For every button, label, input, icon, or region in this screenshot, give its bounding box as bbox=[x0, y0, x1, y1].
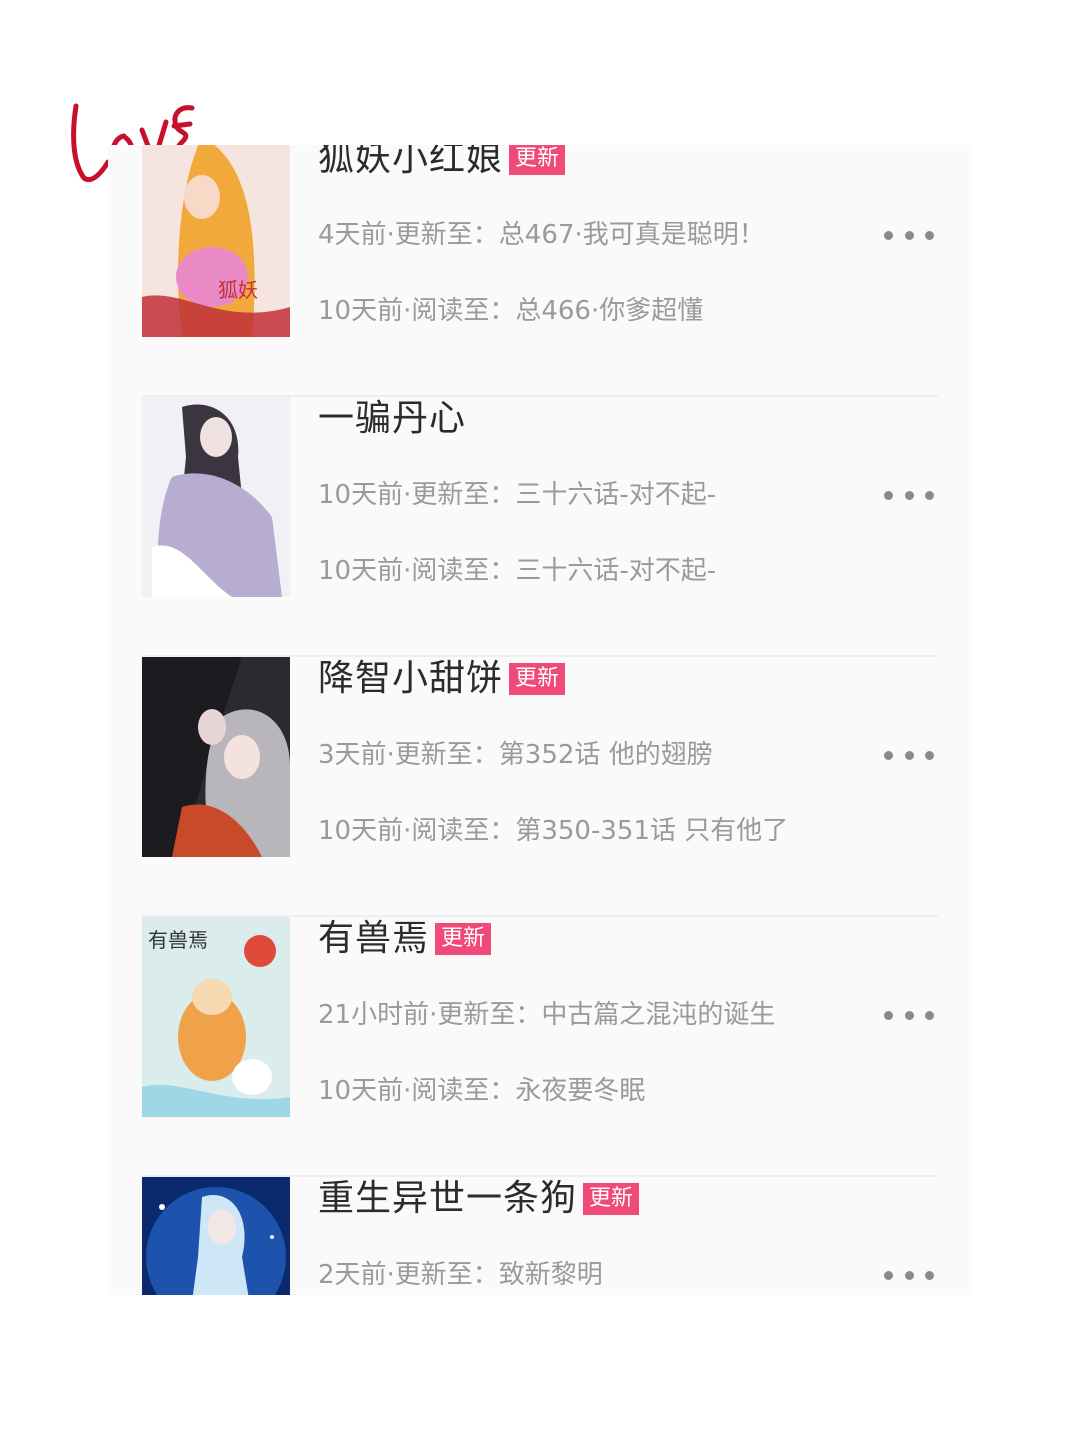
read-progress: 10天前·阅读至：永夜要冬眠 bbox=[318, 1076, 646, 1106]
update-info: 4天前·更新至：总467·我可真是聪明！ bbox=[318, 220, 765, 250]
update-badge: 更新 bbox=[435, 923, 492, 955]
more-options-icon[interactable] bbox=[884, 1261, 934, 1289]
update-badge: 更新 bbox=[509, 145, 566, 175]
comic-title[interactable]: 降智小甜饼 bbox=[318, 657, 503, 701]
list-item[interactable]: 有兽焉 有兽焉 更新 21小时前·更新至：中古篇之混沌的诞生 10天前·阅读至：… bbox=[142, 917, 938, 1177]
comic-cover[interactable]: 有兽焉 bbox=[142, 917, 290, 1117]
comic-list-panel: 狐妖 狐妖小红娘 更新 4天前·更新至：总467·我可真是聪明！ 10天前·阅读… bbox=[108, 145, 972, 1295]
comic-title[interactable]: 一骗丹心 bbox=[318, 397, 466, 441]
update-info: 3天前·更新至：第352话 他的翅膀 bbox=[318, 740, 713, 770]
update-badge: 更新 bbox=[509, 663, 566, 695]
more-options-icon[interactable] bbox=[884, 1001, 934, 1029]
comic-cover[interactable] bbox=[142, 1177, 290, 1295]
comic-cover[interactable]: 狐妖 bbox=[142, 145, 290, 337]
cover-text: 有兽焉 bbox=[148, 928, 208, 952]
read-progress: 10天前·阅读至：三十六话-对不起- bbox=[318, 556, 717, 586]
list-item[interactable]: 重生异世一条狗 更新 2天前·更新至：致新黎明 bbox=[142, 1177, 938, 1295]
more-options-icon[interactable] bbox=[884, 741, 934, 769]
update-info: 10天前·更新至：三十六话-对不起- bbox=[318, 480, 717, 510]
list-item[interactable]: 降智小甜饼 更新 3天前·更新至：第352话 他的翅膀 10天前·阅读至：第35… bbox=[142, 657, 938, 917]
comic-title[interactable]: 有兽焉 bbox=[318, 917, 429, 961]
comic-cover[interactable] bbox=[142, 397, 290, 597]
more-options-icon[interactable] bbox=[884, 481, 934, 509]
comic-title[interactable]: 狐妖小红娘 bbox=[318, 145, 503, 181]
update-info: 21小时前·更新至：中古篇之混沌的诞生 bbox=[318, 1000, 776, 1030]
update-info: 2天前·更新至：致新黎明 bbox=[318, 1260, 603, 1290]
cover-text: 狐妖 bbox=[218, 278, 258, 302]
comic-title[interactable]: 重生异世一条狗 bbox=[318, 1177, 577, 1221]
list-item[interactable]: 狐妖 狐妖小红娘 更新 4天前·更新至：总467·我可真是聪明！ 10天前·阅读… bbox=[142, 145, 938, 397]
more-options-icon[interactable] bbox=[884, 221, 934, 249]
read-progress: 10天前·阅读至：总466·你爹超懂 bbox=[318, 296, 704, 326]
read-progress: 10天前·阅读至：第350-351话 只有他了 bbox=[318, 816, 789, 846]
comic-cover[interactable] bbox=[142, 657, 290, 857]
update-badge: 更新 bbox=[583, 1183, 640, 1215]
list-item[interactable]: 一骗丹心 10天前·更新至：三十六话-对不起- 10天前·阅读至：三十六话-对不… bbox=[142, 397, 938, 657]
